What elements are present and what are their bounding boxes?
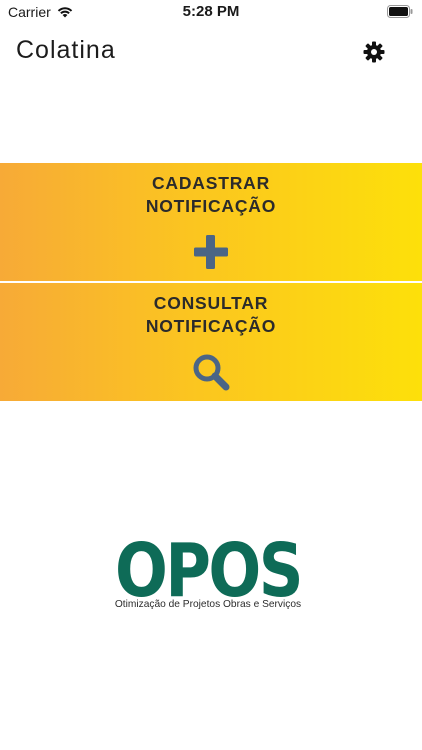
cadastrar-notificacao-label: CADASTRAR NOTIFICAÇÃO — [145, 173, 277, 216]
gear-icon[interactable] — [362, 40, 386, 64]
consultar-notificacao-button[interactable]: CONSULTAR NOTIFICAÇÃO — [0, 283, 422, 401]
page-title: Colatina — [16, 36, 116, 64]
cadastrar-notificacao-button[interactable]: CADASTRAR NOTIFICAÇÃO — [0, 163, 422, 281]
search-icon — [193, 354, 230, 391]
logo-caption: Otimização de Projetos Obras e Serviços — [114, 599, 302, 610]
plus-icon — [194, 235, 228, 269]
status-bar: Carrier 5:28 PM — [0, 0, 422, 24]
app-header: Colatina — [0, 34, 422, 74]
battery-icon — [387, 5, 413, 18]
status-time: 5:28 PM — [182, 3, 240, 20]
consultar-notificacao-label: CONSULTAR NOTIFICAÇÃO — [145, 293, 277, 336]
